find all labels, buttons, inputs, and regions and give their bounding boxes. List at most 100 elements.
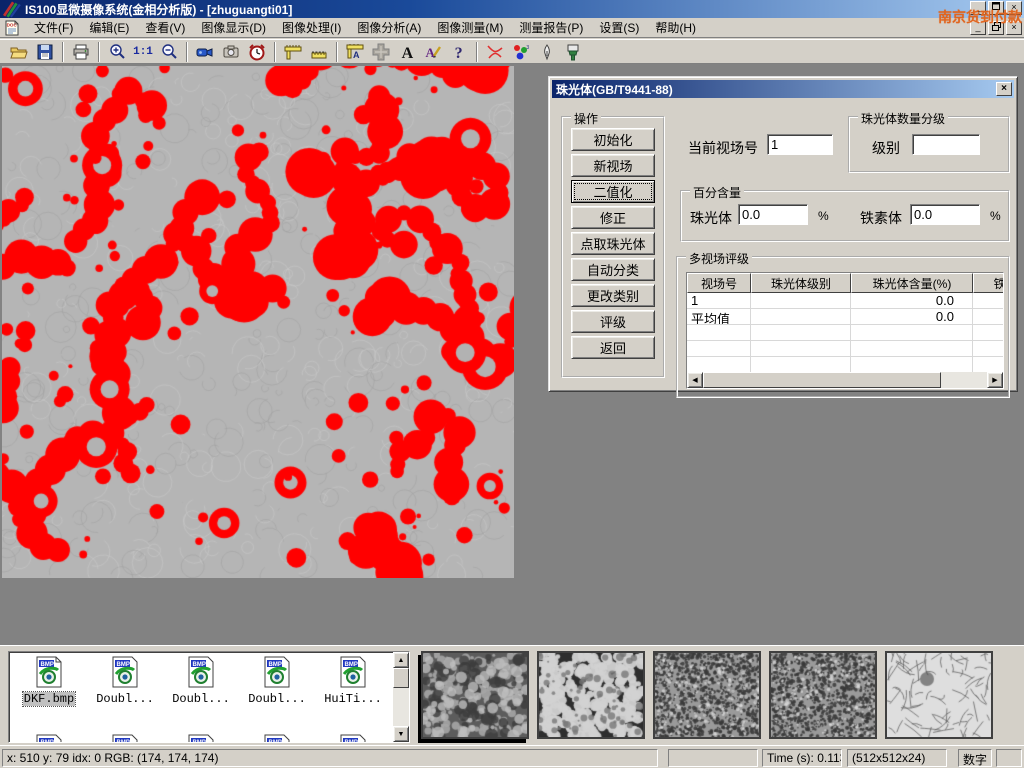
caliper-measure-button[interactable] xyxy=(280,41,306,63)
scroll-down-button[interactable]: ▼ xyxy=(393,726,409,742)
menu-image-analysis[interactable]: 图像分析(A) xyxy=(349,17,429,38)
file-item-clipped[interactable]: BMP xyxy=(13,734,85,743)
bmp-file-icon: BMP xyxy=(338,734,368,743)
file-item-clipped[interactable]: BMP xyxy=(89,734,161,743)
menu-image-measure[interactable]: 图像测量(M) xyxy=(429,17,511,38)
file-item-clipped[interactable]: BMP xyxy=(165,734,237,743)
app-window: IS100显微摄像系统(金相分析版) - [zhuguangti01] _ × … xyxy=(0,0,1024,768)
ferrite-percent-input[interactable] xyxy=(910,204,980,225)
dialog-close-button[interactable]: × xyxy=(996,82,1012,96)
actual-size-button[interactable]: 1:1 xyxy=(130,41,156,63)
thumbnail-3[interactable] xyxy=(653,651,761,739)
scroll-up-button[interactable]: ▲ xyxy=(393,652,409,668)
pearlite-percent-input[interactable] xyxy=(738,204,808,225)
binarize-button[interactable]: 二值化 xyxy=(571,180,655,203)
document-icon: DOC xyxy=(4,20,20,36)
file-name[interactable]: Doubl... xyxy=(247,692,307,706)
change-class-button[interactable]: 更改类别 xyxy=(571,284,655,307)
table-h-scrollbar[interactable]: ◀ ▶ xyxy=(687,372,1003,388)
pick-pearlite-button[interactable]: 点取珠光体 xyxy=(571,232,655,255)
file-name[interactable]: DKF.bmp xyxy=(23,692,75,706)
scroll-thumb[interactable] xyxy=(703,372,941,388)
file-list-scrollbar[interactable]: ▲ ▼ xyxy=(393,652,409,742)
cross-grid-icon xyxy=(372,43,390,61)
fill-tool-button[interactable] xyxy=(560,41,586,63)
col-ferrite-content[interactable]: 铁素体含量(%) xyxy=(973,273,1004,293)
table-empty-row xyxy=(687,341,1003,357)
timer-button[interactable] xyxy=(244,41,270,63)
level-label: 级别 xyxy=(872,138,900,158)
move-tool-button[interactable] xyxy=(368,41,394,63)
new-field-button[interactable]: 新视场 xyxy=(571,154,655,177)
count-markers-button[interactable]: 3 xyxy=(508,41,534,63)
menu-image-display[interactable]: 图像显示(D) xyxy=(193,17,274,38)
col-pearlite-content[interactable]: 珠光体含量(%) xyxy=(851,273,973,293)
main-image[interactable] xyxy=(2,66,514,578)
status-bar: x: 510 y: 79 idx: 0 RGB: (174, 174, 174)… xyxy=(0,745,1024,768)
annotate-tool-button[interactable]: A xyxy=(420,41,446,63)
pen-tool-button[interactable] xyxy=(534,41,560,63)
file-name[interactable]: HuiTi... xyxy=(323,692,383,706)
file-item[interactable]: BMP Doubl... xyxy=(89,656,161,706)
menu-file[interactable]: 文件(F) xyxy=(26,17,81,38)
text-tool-button[interactable]: A xyxy=(394,41,420,63)
return-button[interactable]: 返回 xyxy=(571,336,655,359)
menu-view[interactable]: 查看(V) xyxy=(137,17,193,38)
file-name[interactable]: Doubl... xyxy=(95,692,155,706)
curve-tool-button[interactable] xyxy=(482,41,508,63)
measure-label-button[interactable]: A xyxy=(342,41,368,63)
zoom-in-button[interactable] xyxy=(104,41,130,63)
file-item-clipped[interactable]: BMP xyxy=(317,734,389,743)
ruler-button[interactable] xyxy=(306,41,332,63)
col-field-number[interactable]: 视场号 xyxy=(687,273,751,293)
video-capture-button[interactable] xyxy=(192,41,218,63)
thumbnail-4[interactable] xyxy=(769,651,877,739)
mdi-restore-button[interactable] xyxy=(988,21,1004,35)
table-row[interactable]: 1 0.0 xyxy=(687,293,1003,309)
init-button[interactable]: 初始化 xyxy=(571,128,655,151)
thumbnail-1[interactable] xyxy=(421,651,529,739)
file-item-clipped[interactable]: BMP xyxy=(241,734,313,743)
svg-text:BMP: BMP xyxy=(269,740,282,743)
file-item[interactable]: BMP DKF.bmp xyxy=(13,656,85,706)
print-button[interactable] xyxy=(68,41,94,63)
help-button[interactable]: ? xyxy=(446,41,472,63)
minimize-button[interactable]: _ xyxy=(970,1,986,15)
scroll-right-button[interactable]: ▶ xyxy=(987,372,1003,388)
col-pearlite-level[interactable]: 珠光体级别 xyxy=(751,273,851,293)
cell-level xyxy=(751,293,851,308)
open-button[interactable] xyxy=(6,41,32,63)
file-list[interactable]: BMP DKF.bmp BMP Doubl... BMP Doubl... BM… xyxy=(8,651,410,743)
status-empty xyxy=(668,749,758,767)
thumbnail-5[interactable] xyxy=(885,651,993,739)
maximize-button[interactable] xyxy=(988,1,1004,15)
scroll-left-button[interactable]: ◀ xyxy=(687,372,703,388)
svg-text:DOC: DOC xyxy=(7,22,18,27)
file-name[interactable]: Doubl... xyxy=(171,692,231,706)
zoom-out-button[interactable] xyxy=(156,41,182,63)
mdi-close-button[interactable]: × xyxy=(1006,21,1022,35)
menu-settings[interactable]: 设置(S) xyxy=(591,17,647,38)
current-field-input[interactable] xyxy=(767,134,833,155)
thumbnail-2[interactable] xyxy=(537,651,645,739)
file-item[interactable]: BMP Doubl... xyxy=(241,656,313,706)
save-button[interactable] xyxy=(32,41,58,63)
scroll-track[interactable] xyxy=(941,372,987,388)
file-item[interactable]: BMP Doubl... xyxy=(165,656,237,706)
toolbar-separator xyxy=(476,42,478,62)
snapshot-button[interactable] xyxy=(218,41,244,63)
file-item[interactable]: BMP HuiTi... xyxy=(317,656,389,706)
dialog-title-bar[interactable]: 珠光体(GB/T9441-88) × xyxy=(552,80,1014,98)
grade-button[interactable]: 评级 xyxy=(571,310,655,333)
menu-image-process[interactable]: 图像处理(I) xyxy=(274,17,349,38)
auto-classify-button[interactable]: 自动分类 xyxy=(571,258,655,281)
scroll-thumb[interactable] xyxy=(393,668,409,688)
correct-button[interactable]: 修正 xyxy=(571,206,655,229)
menu-measure-report[interactable]: 测量报告(P) xyxy=(511,17,591,38)
table-row[interactable]: 平均值 0.0 xyxy=(687,309,1003,325)
mdi-minimize-button[interactable]: _ xyxy=(970,21,986,35)
menu-help[interactable]: 帮助(H) xyxy=(647,17,704,38)
menu-edit[interactable]: 编辑(E) xyxy=(81,17,137,38)
level-input[interactable] xyxy=(912,134,980,155)
close-button[interactable]: × xyxy=(1006,1,1022,15)
